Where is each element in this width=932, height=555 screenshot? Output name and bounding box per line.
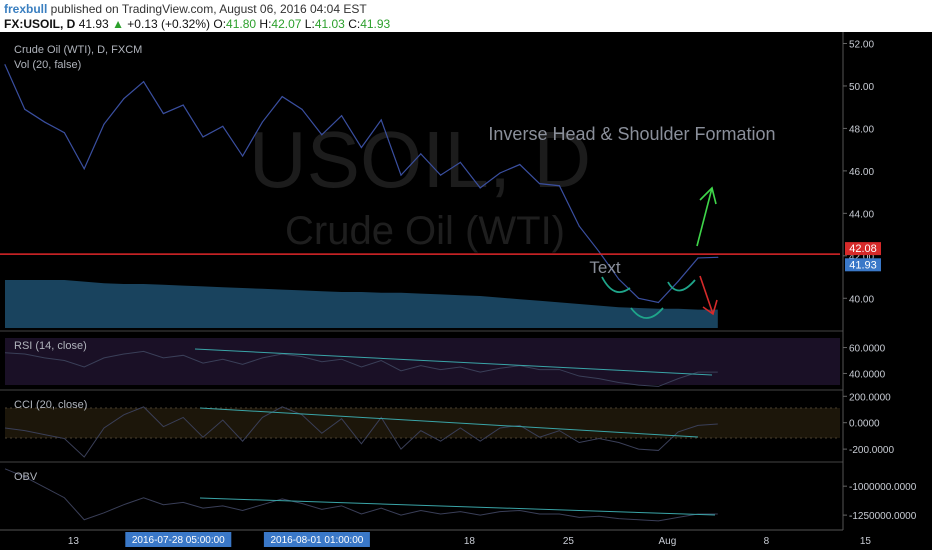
x-tick-label: 15: [860, 536, 872, 547]
x-tick-label: 18: [464, 536, 476, 547]
price-point: [222, 125, 224, 127]
date-badges: 2016-07-28 05:00:00 2016-08-01 01:00:00: [125, 532, 370, 547]
last-price-badge-label: 41.93: [849, 259, 877, 271]
last-price: 41.93: [78, 17, 109, 31]
y-tick-labels: 40.0042.0044.0046.0048.0050.0052.0040.00…: [843, 39, 917, 522]
left-shoulder-curve[interactable]: [601, 276, 631, 293]
x-tick-label: 8: [764, 536, 770, 547]
price-point: [677, 280, 679, 282]
close-value: 41.93: [360, 17, 391, 31]
high-label: H:: [259, 17, 272, 31]
price-point: [618, 278, 620, 280]
price-point: [717, 256, 719, 258]
publish-line: frexbull published on TradingView.com, A…: [4, 2, 367, 16]
price-pane-title: Crude Oil (WTI), D, FXCM: [14, 44, 142, 56]
x-tick-label: 25: [563, 536, 575, 547]
price-point: [301, 108, 303, 110]
right-shoulder-curve[interactable]: [667, 279, 696, 292]
x-tick-label: Aug: [659, 536, 677, 547]
cci-tick-label: -200.0000: [849, 445, 894, 456]
watermark-name: Crude Oil (WTI): [285, 209, 565, 253]
price-point: [697, 257, 699, 259]
low-value: 41.03: [314, 17, 345, 31]
date-badge-label: 2016-07-28 05:00:00: [132, 535, 225, 546]
chart-header: frexbull published on TradingView.com, A…: [0, 0, 932, 32]
price-point: [63, 132, 65, 134]
price-point: [459, 161, 461, 163]
ohlc-line: FX:USOIL, D 41.93 ▲ +0.13 (+0.32%) O:41.…: [4, 17, 390, 31]
price-point: [400, 174, 402, 176]
resistance-badge-label: 42.08: [849, 243, 877, 255]
down-arrow-icon[interactable]: [699, 275, 718, 316]
price-point: [83, 168, 85, 170]
price-change: +0.13 (+0.32%): [127, 17, 211, 31]
price-point: [539, 183, 541, 185]
price-point: [360, 146, 362, 149]
rsi-pane-title: RSI (14, close): [14, 340, 87, 352]
price-point: [321, 134, 323, 136]
symbol-label: FX:USOIL, D: [4, 17, 76, 31]
price-point: [261, 121, 263, 123]
price-point: [440, 174, 442, 176]
price-point: [558, 185, 561, 187]
price-point: [24, 108, 26, 110]
author-link[interactable]: frexbull: [4, 2, 47, 16]
price-point: [103, 123, 105, 125]
open-value: 41.80: [226, 17, 257, 31]
chart-svg[interactable]: USOIL, D Crude Oil (WTI) Inverse Head & …: [0, 32, 932, 550]
rsi-tick-label: 60.0000: [849, 344, 886, 355]
publish-text: published on TradingView.com, August 06,…: [47, 2, 367, 16]
date-badge-label: 2016-08-01 01:00:00: [270, 535, 363, 546]
cci-pane-title: CCI (20, close): [14, 399, 87, 411]
price-point: [44, 121, 46, 123]
price-point: [182, 104, 184, 106]
volume-area-group: [5, 280, 718, 328]
open-label: O:: [213, 17, 227, 31]
price-point: [202, 136, 204, 138]
pattern-annotation[interactable]: Inverse Head & Shoulder Formation: [488, 124, 775, 144]
obv-series-group: [4, 468, 718, 522]
price-point: [519, 163, 521, 166]
volume-indicator-title: Vol (20, false): [14, 59, 81, 71]
cci-tick-label: 0.0000: [849, 419, 880, 430]
text-annotation[interactable]: Text: [589, 258, 620, 277]
volume-area: [5, 280, 718, 328]
price-point: [380, 119, 382, 121]
price-point: [657, 301, 660, 304]
low-label: L:: [304, 17, 315, 31]
price-point: [479, 187, 481, 189]
price-tick-label: 50.00: [849, 82, 874, 93]
price-point: [123, 98, 125, 100]
price-point: [281, 95, 283, 98]
price-tick-label: 44.00: [849, 209, 874, 220]
obv-line: [4, 468, 718, 522]
price-tick-label: 48.00: [849, 124, 874, 135]
price-point: [242, 155, 244, 157]
up-arrow-icon[interactable]: [696, 186, 717, 247]
price-point: [143, 81, 145, 83]
rsi-band: [5, 338, 840, 385]
obv-pane-title: OBV: [14, 471, 38, 483]
price-tick-label: 40.00: [849, 294, 874, 305]
close-label: C:: [348, 17, 361, 31]
price-point: [499, 172, 501, 174]
price-point: [341, 115, 343, 117]
rsi-tick-label: 40.0000: [849, 369, 886, 380]
price-point: [162, 112, 164, 115]
price-point: [4, 64, 6, 66]
obv-tick-label: -1000000.0000: [849, 482, 917, 493]
price-point: [420, 153, 422, 155]
price-tick-label: 46.00: [849, 167, 874, 178]
high-value: 42.07: [271, 17, 302, 31]
price-point: [598, 250, 600, 253]
x-tick-label: 13: [68, 536, 80, 547]
cci-tick-label: 200.0000: [849, 392, 891, 403]
obv-tick-label: -1250000.0000: [849, 511, 917, 522]
price-point: [638, 297, 640, 299]
chart-canvas[interactable]: USOIL, D Crude Oil (WTI) Inverse Head & …: [0, 32, 932, 550]
price-tick-label: 52.00: [849, 39, 874, 50]
up-triangle-icon: ▲: [112, 17, 124, 31]
price-point: [578, 225, 580, 227]
